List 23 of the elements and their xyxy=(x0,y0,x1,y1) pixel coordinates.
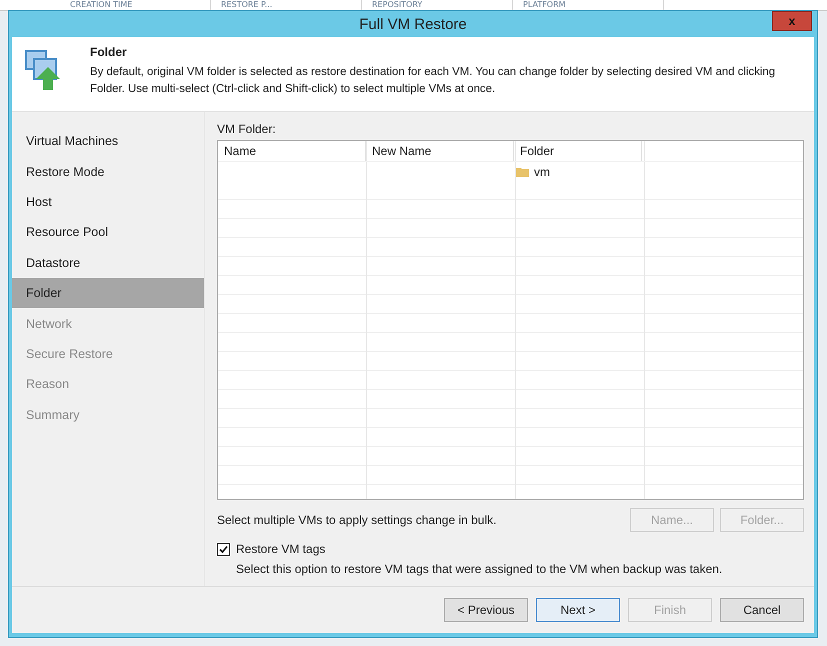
option-description: Select this option to restore VM tags that were assigned to the VM when backup was taken. xyxy=(235,562,724,576)
table-label: VM Folder: xyxy=(217,122,277,136)
checkbox-label: Restore VM tags xyxy=(236,542,326,556)
table-cell: vm xyxy=(534,165,550,179)
wizard-button[interactable]: Cancel xyxy=(720,598,804,622)
sidebar-item[interactable]: Restore Mode xyxy=(12,156,204,187)
folder-icon xyxy=(516,167,529,177)
close-button[interactable]: x xyxy=(772,11,812,31)
column-header[interactable]: Name xyxy=(218,141,366,161)
column-header[interactable]: New Name xyxy=(366,141,514,161)
bulk-hint: Select multiple VMs to apply settings change in bulk. xyxy=(217,513,496,527)
sidebar-item[interactable]: Virtual Machines xyxy=(12,126,204,156)
column-header[interactable]: Folder xyxy=(514,141,642,161)
sidebar-item[interactable]: Resource Pool xyxy=(12,217,204,248)
page-description: By default, original VM folder is selected as restore destination for each VM. You can change folder by selecting desired VM and clicking Folder. Use multi-select (Ctrl-click and Shift-click) to select multiple VMs at once. xyxy=(90,65,776,97)
checkbox[interactable] xyxy=(217,542,230,556)
wizard-button[interactable]: Next > xyxy=(536,598,620,622)
page-title: Folder xyxy=(90,45,128,59)
sidebar-item[interactable]: Folder xyxy=(12,278,204,308)
sidebar-item[interactable]: Host xyxy=(12,186,204,218)
window-title: Full VM Restore xyxy=(359,16,467,32)
sidebar-item[interactable]: Datastore xyxy=(12,248,204,278)
wizard-button[interactable]: < Previous xyxy=(444,598,528,622)
